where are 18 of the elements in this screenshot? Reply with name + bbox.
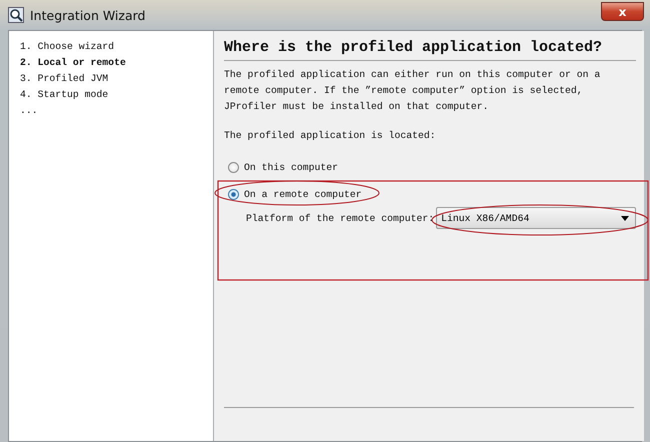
wizard-step: 2. Local or remote [20, 55, 213, 71]
close-button[interactable]: x [601, 2, 644, 21]
wizard-step: 4. Startup mode [20, 87, 213, 103]
window-title: Integration Wizard [30, 8, 146, 22]
description-text: The profiled application can either run on this computer or on a remote computer. If the ”remote computer” option is selected, JProfiler must be installed on that computer. [224, 68, 602, 114]
platform-dropdown[interactable]: Linux X86/AMD64 [436, 207, 636, 229]
location-label: The profiled application is located: [224, 129, 437, 143]
wizard-step: ... [20, 103, 213, 119]
magnifier-icon [8, 7, 24, 23]
platform-label: Platform of the remote computer: [246, 212, 434, 224]
page-heading: Where is the profiled application located? [224, 38, 604, 58]
radio-button[interactable] [228, 189, 239, 200]
dropdown-arrow-icon [621, 216, 630, 220]
option-label[interactable]: On this computer [244, 162, 338, 173]
option-label[interactable]: On a remote computer [244, 189, 362, 200]
radio-button[interactable] [228, 162, 239, 173]
wizard-step: 3. Profiled JVM [20, 71, 213, 87]
wizard-step: 1. Choose wizard [20, 39, 213, 55]
